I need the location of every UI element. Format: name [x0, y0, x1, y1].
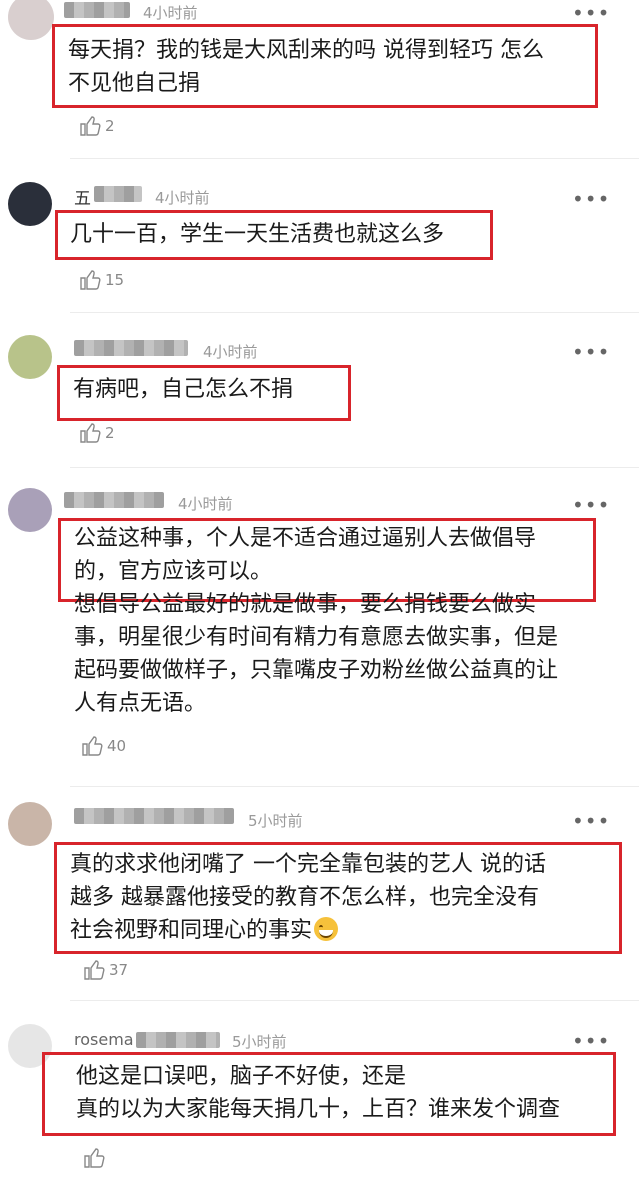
thumbs-up-icon	[80, 116, 101, 136]
comment-time: 5小时前	[248, 812, 303, 830]
thumbs-up-icon	[80, 270, 101, 290]
avatar[interactable]	[8, 802, 52, 846]
thumbs-up-icon	[82, 736, 103, 756]
comment-text: 几十一百，学生一天生活费也就这么多	[70, 222, 445, 247]
avatar[interactable]	[8, 182, 52, 226]
like-button[interactable]: 37	[82, 958, 128, 982]
avatar[interactable]	[8, 0, 54, 40]
comment-item: 五 4小时前 ••• 几十一百，学生一天生活费也就这么多 15	[0, 160, 639, 313]
more-options-icon[interactable]: •••	[572, 342, 610, 362]
comment-time: 4小时前	[155, 189, 210, 207]
username-blurred[interactable]	[64, 2, 130, 18]
like-count: 2	[105, 424, 115, 442]
thumbs-up-icon	[84, 1148, 105, 1168]
more-options-icon[interactable]: •••	[572, 189, 610, 209]
avatar[interactable]	[8, 488, 52, 532]
username-blurred[interactable]	[94, 186, 142, 202]
username-blurred[interactable]	[74, 340, 188, 356]
divider	[70, 786, 639, 787]
comment-time: 4小时前	[143, 4, 198, 22]
like-count: 37	[109, 961, 129, 979]
divider	[70, 1000, 639, 1001]
comment-time: 5小时前	[232, 1033, 287, 1051]
username-blurred[interactable]	[64, 492, 164, 508]
comment-time: 4小时前	[203, 343, 258, 361]
username[interactable]: rosema	[74, 1030, 134, 1049]
comment-text: 真的求求他闭嘴了 一个完全靠包装的艺人 说的话 越多 越暴露他接受的教育不怎么样…	[70, 848, 616, 947]
comment-item: 4小时前 ••• 有病吧，自己怎么不捐 2	[0, 313, 639, 468]
like-button[interactable]	[82, 1146, 109, 1170]
thumbs-up-icon	[84, 960, 105, 980]
more-options-icon[interactable]: •••	[572, 1031, 610, 1051]
comment-text-continued: 想倡导公益最好的就是做事，要么捐钱要么做实 事，明星很少有时间有精力有意愿去做实…	[74, 592, 559, 716]
comment-item: rosema 5小时前 ••• 他这是口误吧，脑子不好使，还是 真的以为大家能每…	[0, 1004, 639, 1184]
comment-text: 有病吧，自己怎么不捐	[73, 377, 294, 402]
grinning-sweat-emoji-icon	[314, 917, 339, 941]
like-button[interactable]: 2	[78, 421, 115, 445]
like-button[interactable]: 2	[78, 114, 115, 138]
username[interactable]: 五	[74, 184, 91, 209]
comment-item: 5小时前 ••• 真的求求他闭嘴了 一个完全靠包装的艺人 说的话 越多 越暴露他…	[0, 790, 639, 1004]
more-options-icon[interactable]: •••	[572, 811, 610, 831]
comment-text-body: 真的求求他闭嘴了 一个完全靠包装的艺人 说的话 越多 越暴露他接受的教育不怎么样…	[70, 852, 546, 943]
comment-text: 他这是口误吧，脑子不好使，还是 真的以为大家能每天捐几十，上百？谁来发个调查	[76, 1064, 561, 1122]
comment-item: 4小时前 ••• 公益这种事，个人是不适合通过逼别人去做倡导 的，官方应该可以。…	[0, 468, 639, 790]
like-button[interactable]: 15	[78, 268, 124, 292]
more-options-icon[interactable]: •••	[572, 3, 610, 23]
like-count: 15	[105, 271, 125, 289]
like-button[interactable]: 40	[80, 734, 126, 758]
comment-text: 每天捐？我的钱是大风刮来的吗 说得到轻巧 怎么 不见他自己捐	[68, 38, 544, 96]
username-blurred[interactable]	[74, 808, 234, 824]
username-blurred[interactable]	[136, 1032, 220, 1048]
comment-time: 4小时前	[178, 495, 233, 513]
avatar[interactable]	[8, 335, 52, 379]
like-count: 2	[105, 117, 115, 135]
comment-item: 4小时前 ••• 每天捐？我的钱是大风刮来的吗 说得到轻巧 怎么 不见他自己捐 …	[0, 0, 639, 160]
thumbs-up-icon	[80, 423, 101, 443]
more-options-icon[interactable]: •••	[572, 495, 610, 515]
like-count: 40	[107, 737, 127, 755]
divider	[70, 158, 639, 159]
comment-text: 公益这种事，个人是不适合通过逼别人去做倡导 的，官方应该可以。	[74, 526, 537, 584]
